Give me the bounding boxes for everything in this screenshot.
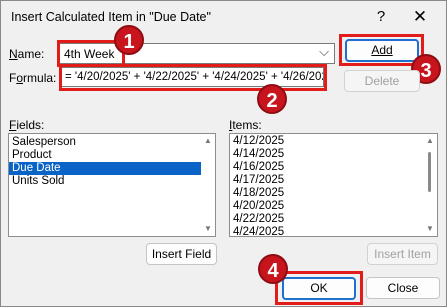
item-date[interactable]: 4/16/2025 bbox=[230, 161, 437, 174]
item-date[interactable]: 4/12/2025 bbox=[230, 135, 437, 148]
highlight-formula bbox=[59, 64, 327, 91]
field-item-salesperson[interactable]: Salesperson bbox=[9, 136, 215, 149]
item-date[interactable]: 4/14/2025 bbox=[230, 148, 437, 161]
dialog-title: Insert Calculated Item in "Due Date" bbox=[11, 10, 211, 24]
highlight-add bbox=[339, 34, 424, 66]
item-date[interactable]: 4/22/2025 bbox=[230, 213, 437, 226]
fields-scrollbar[interactable]: ▲ ▼ bbox=[201, 134, 215, 236]
item-date[interactable]: 4/18/2025 bbox=[230, 187, 437, 200]
scroll-down-icon[interactable]: ▼ bbox=[203, 224, 213, 234]
scroll-thumb[interactable] bbox=[428, 152, 431, 192]
field-item-units-sold[interactable]: Units Sold bbox=[9, 175, 215, 188]
scroll-up-icon[interactable]: ▲ bbox=[203, 136, 213, 146]
insert-field-button[interactable]: Insert Field bbox=[146, 243, 217, 265]
insert-calculated-item-dialog: Insert Calculated Item in "Due Date" ? ✕… bbox=[0, 0, 447, 307]
field-item-due-date[interactable]: Due Date bbox=[9, 162, 201, 175]
delete-button[interactable]: Delete bbox=[344, 70, 420, 92]
field-item-product[interactable]: Product bbox=[9, 149, 215, 162]
item-date[interactable]: 4/20/2025 bbox=[230, 200, 437, 213]
scroll-down-icon[interactable]: ▼ bbox=[425, 224, 435, 234]
items-label: Items: bbox=[229, 118, 262, 132]
title-bar: Insert Calculated Item in "Due Date" ? ✕ bbox=[1, 1, 446, 35]
item-date[interactable]: 4/17/2025 bbox=[230, 174, 437, 187]
scroll-up-icon[interactable]: ▲ bbox=[425, 136, 435, 146]
insert-item-button[interactable]: Insert Item bbox=[367, 243, 438, 265]
callout-badge-2: 2 bbox=[257, 84, 287, 114]
close-icon[interactable]: ✕ bbox=[407, 6, 433, 28]
highlight-ok bbox=[275, 271, 363, 305]
fields-label: Fields: bbox=[9, 118, 45, 132]
item-date[interactable]: 4/24/2025 bbox=[230, 226, 437, 236]
chevron-down-icon[interactable]: ⌵ bbox=[315, 44, 333, 63]
callout-badge-4: 4 bbox=[258, 254, 288, 284]
items-list[interactable]: 4/12/2025 4/14/2025 4/16/2025 4/17/2025 … bbox=[229, 133, 438, 237]
items-scrollbar[interactable]: ▲ ▼ bbox=[423, 134, 437, 236]
help-icon[interactable]: ? bbox=[370, 6, 392, 28]
callout-badge-1: 1 bbox=[114, 25, 144, 55]
formula-label: Formula: bbox=[9, 71, 57, 85]
name-label: Name: bbox=[9, 47, 45, 61]
fields-list[interactable]: Salesperson Product Due Date Units Sold … bbox=[8, 133, 216, 237]
close-button[interactable]: Close bbox=[366, 277, 440, 299]
